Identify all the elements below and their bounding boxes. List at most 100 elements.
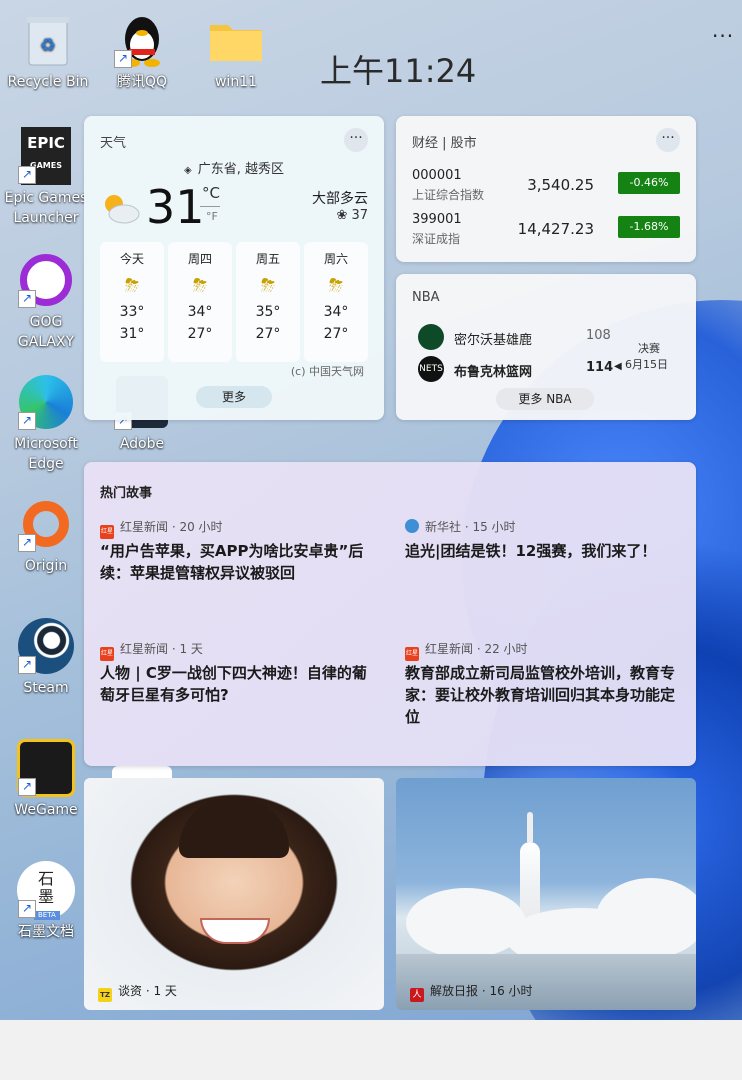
news-article[interactable]: 新华社 · 15 小时 追光|团结是铁！12强赛，我们来了！ [405,518,685,562]
desktop-icon-microsoft-edge[interactable]: ↗ Microsoft Edge [0,372,92,474]
forecast-low: 27° [187,326,213,342]
forecast-day[interactable]: 今天 ⛈ 33° 31° [100,242,164,362]
unit-fahrenheit[interactable]: °F [206,210,218,223]
weather-source[interactable]: (c) 中国天气网 [291,363,364,379]
team-name: 密尔沃基雄鹿 [454,333,533,348]
top-stories-header: 热门故事 [100,486,153,501]
desktop-icon-recycle-bin[interactable]: ♻ Recycle Bin [2,10,94,92]
forecast-day-name: 今天 [119,252,144,266]
news-article[interactable]: 红星 红星新闻 · 20 小时 “用户告苹果，买APP为啥比安卓贵”后续：苹果提管… [100,518,380,584]
article-title: 追光|团结是铁！12强赛，我们来了！ [405,542,657,560]
epic-games-icon: EPIC GAMES ↗ [16,126,76,186]
team-score: 114 [586,360,614,375]
desktop-icon-label: GOG GALAXY [17,314,75,350]
forecast-day[interactable]: 周四 ⛈ 34° 27° [168,242,232,362]
photo-source-text: 谈资 · 1 天 [118,984,177,998]
desktop-icon-epic-games[interactable]: EPIC GAMES ↗ Epic Games Launcher [0,126,92,228]
weather-location[interactable]: ◈ 广东省, 越秀区 [184,158,284,177]
forecast-low: 27° [255,326,281,342]
forecast-day[interactable]: 周五 ⛈ 35° 27° [236,242,300,362]
stock-name: 上证综合指数 [412,188,485,202]
nba-widget[interactable]: NBA 密尔沃基雄鹿 108 NETS 布鲁克林篮网 114 ◀ 决赛 6月15… [396,274,696,420]
stock-name: 深证成指 [412,232,461,246]
finance-widget[interactable]: 财经 | 股市 ··· 000001 上证综合指数 3,540.25 -0.46… [396,116,696,262]
stock-value: 3,540.25 [527,176,594,194]
desktop-icon-label: Recycle Bin [7,74,89,90]
stock-code: 000001 [412,168,462,183]
desktop-icon-label: Origin [24,558,68,574]
team-name: 布鲁克林篮网 [454,365,533,380]
shimo-logo-text: 石 [37,869,54,888]
article-source-text: 新华社 · 15 小时 [425,520,516,534]
desktop-icon-label: Steam [23,680,69,696]
forecast-day-name: 周五 [255,252,280,266]
team-row[interactable]: NETS 布鲁克林篮网 114 ◀ [418,356,622,384]
steam-icon: ↗ [16,616,76,676]
article-source: 红星 红星新闻 · 22 小时 [405,640,685,661]
jiefang-daily-logo-icon: 人 [410,988,424,1002]
photo-caption: TZ 谈资 · 1 天 [98,982,177,1002]
winner-indicator-icon: ◀ [614,361,622,372]
stock-change-badge: -0.46% [618,172,680,194]
stock-row[interactable]: 000001 上证综合指数 3,540.25 -0.46% [412,168,680,202]
team-score: 108 [586,328,611,343]
weather-more-icon[interactable]: ··· [344,128,368,152]
location-text: 广东省, 越秀区 [197,162,284,177]
shortcut-arrow-icon: ↗ [18,166,36,184]
weather-title: 天气 [100,136,127,151]
desktop-icon-shimo-docs[interactable]: 石墨 BETA ↗ 石墨文档 [0,860,92,942]
forecast-day[interactable]: 周六 ⛈ 34° 27° [304,242,368,362]
stock-row[interactable]: 399001 深证成指 14,427.23 -1.68% [412,212,680,246]
hongxing-logo-icon: 红星 [100,525,114,539]
forecast-row: 今天 ⛈ 33° 31° 周四 ⛈ 34° 27° 周五 ⛈ 35° 27° 周六 ⛈ 34° 27° [100,242,368,362]
unit-divider [200,206,220,207]
desktop-background: ♻ Recycle Bin ↗ 腾讯QQ win11 EPIC GAMES ↗ E… [0,0,742,1020]
news-article[interactable]: 红星 红星新闻 · 22 小时 教育部成立新司局监管校外培训，教育专家：要让校外教… [405,640,685,728]
xinhua-logo-icon [405,519,419,533]
thunderstorm-icon: ⛈ [124,275,140,296]
finance-more-icon[interactable]: ··· [656,128,680,152]
shortcut-arrow-icon: ↗ [18,290,36,308]
photo-cloud [406,888,526,958]
shortcut-arrow-icon: ↗ [18,778,36,796]
thunderstorm-icon: ⛈ [260,275,276,296]
widgets-clock: 上午11:24 [320,52,477,90]
desktop-icon-steam[interactable]: ↗ Steam [0,616,92,698]
current-temperature: 31 [146,180,205,234]
photo-news-card[interactable]: 人解放日报 · 16 小时 [396,778,696,1010]
news-article[interactable]: 红星 红星新闻 · 1 天 人物 | C罗一战创下四大神迹！自律的葡萄牙巨星有多可… [100,640,380,706]
shortcut-arrow-icon: ↗ [114,50,132,68]
photo-source-text: 解放日报 · 16 小时 [430,984,533,998]
article-title: “用户告苹果，买APP为啥比安卓贵”后续：苹果提管辖权异议被驳回 [100,542,364,582]
shortcut-arrow-icon: ↗ [18,900,36,918]
article-source-text: 红星新闻 · 1 天 [120,642,203,656]
forecast-high: 33° [119,304,145,320]
finance-title: 财经 | 股市 [412,136,477,151]
beta-badge: BETA [34,911,60,920]
gog-galaxy-icon: ↗ [16,250,76,310]
desktop-icon-gog-galaxy[interactable]: ↗ GOG GALAXY [0,250,92,352]
desktop-icon-label: Microsoft Edge [14,436,78,472]
portrait-smile [200,918,270,944]
widgets-more-options-icon[interactable]: ··· [712,24,734,48]
nba-more-button[interactable]: 更多 NBA [496,388,594,410]
top-stories-widget: 热门故事 红星 红星新闻 · 20 小时 “用户告苹果，买APP为啥比安卓贵”后续… [84,462,696,766]
forecast-day-name: 周六 [323,252,348,266]
desktop-icon-win11-folder[interactable]: win11 [190,10,282,92]
bucks-logo-icon [418,324,444,350]
unit-celsius[interactable]: °C [202,184,220,202]
photo-news-card[interactable]: TZ 谈资 · 1 天 [84,778,384,1010]
desktop-icon-qq[interactable]: ↗ 腾讯QQ [96,10,188,92]
article-source-text: 红星新闻 · 20 小时 [120,520,223,534]
weather-widget[interactable]: 天气 ··· ◈ 广东省, 越秀区 31 °C °F 大部多云 ❀ 37 今天 ⛈ 33… [84,116,384,420]
photo-cloud [596,878,696,958]
nets-logo-icon: NETS [418,356,444,382]
desktop-icon-label: 腾讯QQ [116,74,168,90]
forecast-low: 27° [323,326,349,342]
team-row[interactable]: 密尔沃基雄鹿 108 [418,324,618,352]
desktop-icon-origin[interactable]: ↗ Origin [0,494,92,576]
folder-icon [206,10,266,70]
forecast-high: 34° [323,304,349,320]
desktop-icon-wegame[interactable]: ↗ WeGame [0,738,92,820]
weather-more-button[interactable]: 更多 [196,386,272,408]
